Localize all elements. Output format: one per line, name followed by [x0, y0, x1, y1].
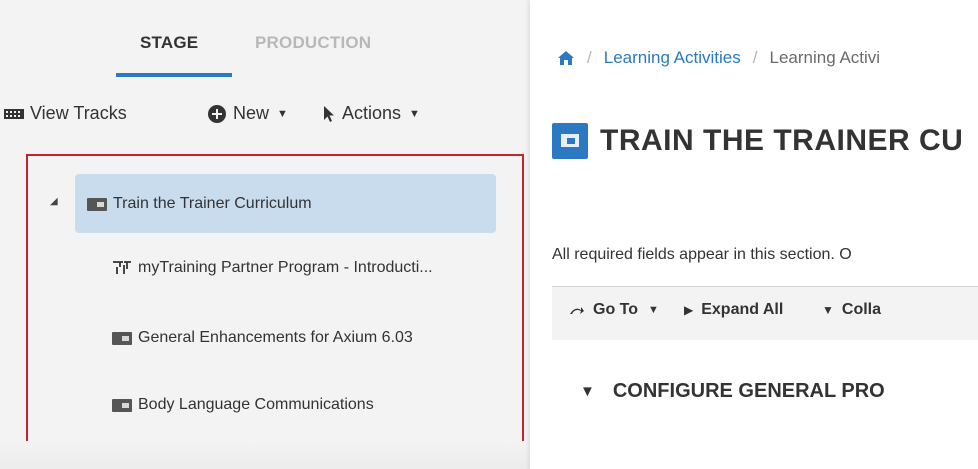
course-icon: [552, 123, 588, 159]
collapse-all-button[interactable]: ▼ Colla: [822, 301, 881, 319]
environment-tabs: STAGE PRODUCTION: [0, 0, 530, 80]
expand-all-button[interactable]: ▶ Expand All: [684, 301, 783, 319]
collapse-triangle-icon[interactable]: ◢: [50, 196, 58, 207]
course-icon: [87, 197, 107, 211]
track-icon: [113, 261, 131, 274]
tree-item-root[interactable]: Train the Trainer Curriculum: [87, 184, 581, 224]
caret-down-icon: ▼: [822, 303, 834, 317]
app-root: STAGE PRODUCTION View Tracks New ▼ Actio…: [0, 0, 978, 469]
section-description: All required fields appear in this secti…: [552, 246, 852, 263]
page-title-row: TRAIN THE TRAINER CU: [552, 123, 963, 159]
tree-item-label: myTraining Partner Program - Introducti.…: [138, 259, 433, 276]
go-to-dropdown-button[interactable]: Go To ▼: [569, 301, 659, 319]
detail-panel: / Learning Activities / Learning Activi …: [530, 0, 978, 469]
activity-tree: ◢ Train the Trainer Curriculum myTrainin…: [26, 154, 524, 447]
tree-item-label: Train the Trainer Curriculum: [113, 195, 312, 212]
breadcrumb-separator: /: [752, 48, 758, 67]
tree-item-label: Body Language Communications: [138, 396, 374, 413]
tree-item-label: General Enhancements for Axium 6.03: [138, 329, 413, 346]
home-icon[interactable]: [557, 50, 575, 66]
view-tracks-button[interactable]: View Tracks: [4, 103, 127, 124]
cursor-icon: [324, 105, 334, 122]
caret-down-icon: ▼: [648, 304, 659, 316]
go-to-label: Go To: [593, 301, 639, 318]
section-toggle[interactable]: ▼ CONFIGURE GENERAL PRO: [580, 380, 885, 403]
caret-down-icon: ▼: [580, 383, 595, 400]
section-action-bar: Go To ▼ ▶ Expand All ▼ Colla: [552, 286, 978, 340]
breadcrumb-current: Learning Activi: [769, 48, 881, 67]
jump-arrow-icon: [570, 307, 584, 314]
left-panel: STAGE PRODUCTION View Tracks New ▼ Actio…: [0, 0, 530, 469]
course-icon: [112, 331, 132, 345]
caret-down-icon: ▼: [409, 107, 420, 120]
breadcrumb: / Learning Activities / Learning Activi: [557, 48, 880, 68]
caret-down-icon: ▼: [277, 107, 288, 120]
actions-label: Actions: [342, 103, 402, 123]
tree-toolbar: View Tracks New ▼ Actions ▼: [0, 103, 530, 127]
new-label: New: [233, 103, 270, 123]
course-icon: [112, 398, 132, 412]
plus-circle-icon: [208, 104, 226, 123]
active-tab-indicator: [116, 73, 232, 77]
actions-dropdown-button[interactable]: Actions ▼: [322, 103, 420, 124]
page-title: TRAIN THE TRAINER CU: [600, 124, 964, 157]
tracks-icon: [4, 108, 24, 119]
breadcrumb-link[interactable]: Learning Activities: [604, 48, 741, 68]
new-dropdown-button[interactable]: New ▼: [207, 103, 288, 124]
view-tracks-label: View Tracks: [30, 103, 127, 123]
section-title: CONFIGURE GENERAL PRO: [612, 380, 885, 402]
tab-production[interactable]: PRODUCTION: [255, 33, 371, 53]
tab-stage[interactable]: STAGE: [140, 33, 198, 53]
collapse-all-label: Colla: [841, 301, 882, 318]
expand-all-label: Expand All: [701, 301, 784, 318]
breadcrumb-separator: /: [587, 48, 592, 67]
caret-right-icon: ▶: [684, 303, 694, 317]
